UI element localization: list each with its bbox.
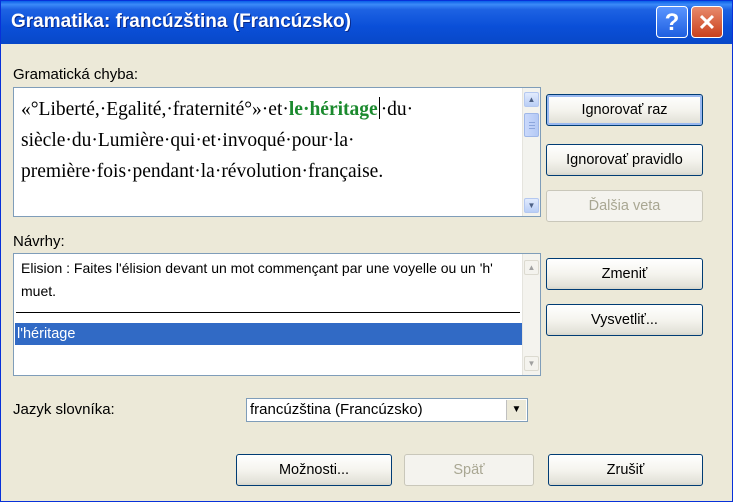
grammar-error-label: Gramatická chyba:	[13, 66, 139, 83]
dictionary-language-select[interactable]: francúzština (Francúzsko) ▼	[246, 398, 528, 422]
close-button[interactable]: ✕	[691, 6, 723, 38]
options-button[interactable]: Možnosti...	[236, 454, 392, 486]
window-title: Gramatika: francúzština (Francúzsko)	[11, 11, 351, 32]
help-button[interactable]: ?	[656, 6, 688, 38]
grammar-dialog: Gramatika: francúzština (Francúzsko) ? ✕…	[0, 0, 733, 502]
grip-line	[529, 128, 535, 129]
suggestions-label: Návrhy:	[13, 233, 65, 250]
scroll-down-arrow-icon[interactable]: ▼	[524, 356, 539, 371]
suggestion-item[interactable]: l'héritage	[15, 323, 522, 345]
grip-line	[529, 125, 535, 126]
title-bar[interactable]: Gramatika: francúzština (Francúzsko) ? ✕	[1, 1, 732, 44]
dictionary-language-value: francúzština (Francúzsko)	[250, 401, 423, 418]
next-sentence-button[interactable]: Ďalšia veta	[546, 190, 703, 222]
back-button[interactable]: Späť	[404, 454, 534, 486]
scroll-up-arrow-icon[interactable]: ▲	[524, 260, 539, 275]
dropdown-arrow-icon[interactable]: ▼	[506, 400, 526, 420]
explain-button[interactable]: Vysvetliť...	[546, 304, 703, 336]
scroll-up-arrow-icon[interactable]: ▲	[524, 92, 539, 107]
error-sentence[interactable]: «°Liberté,·Egalité,·fraternité°»·et·le·h…	[21, 94, 509, 187]
suggestions-scrollbar[interactable]: ▲ ▼	[522, 254, 540, 375]
error-scrollbar[interactable]: ▲ ▼	[522, 88, 540, 216]
grammar-error-textbox[interactable]: «°Liberté,·Egalité,·fraternité°»·et·le·h…	[13, 87, 541, 217]
scroll-down-arrow-icon[interactable]: ▼	[524, 198, 539, 213]
suggestions-listbox[interactable]: Elision : Faites l'élision devant un mot…	[13, 253, 541, 376]
scrollbar-thumb[interactable]	[524, 113, 539, 137]
text-caret	[378, 97, 380, 119]
ignore-rule-button[interactable]: Ignorovať pravidlo	[546, 144, 703, 176]
ignore-once-button[interactable]: Ignorovať raz	[546, 94, 703, 126]
error-highlight: le·héritage	[288, 99, 378, 120]
dictionary-language-label: Jazyk slovníka:	[13, 401, 115, 418]
change-button[interactable]: Zmeniť	[546, 258, 703, 290]
error-text-before: «°Liberté,·Egalité,·fraternité°»·et·	[21, 99, 289, 120]
suggestions-separator	[16, 312, 520, 313]
cancel-button[interactable]: Zrušiť	[548, 454, 703, 486]
suggestion-explanation: Elision : Faites l'élision devant un mot…	[21, 260, 493, 299]
grip-line	[529, 122, 535, 123]
